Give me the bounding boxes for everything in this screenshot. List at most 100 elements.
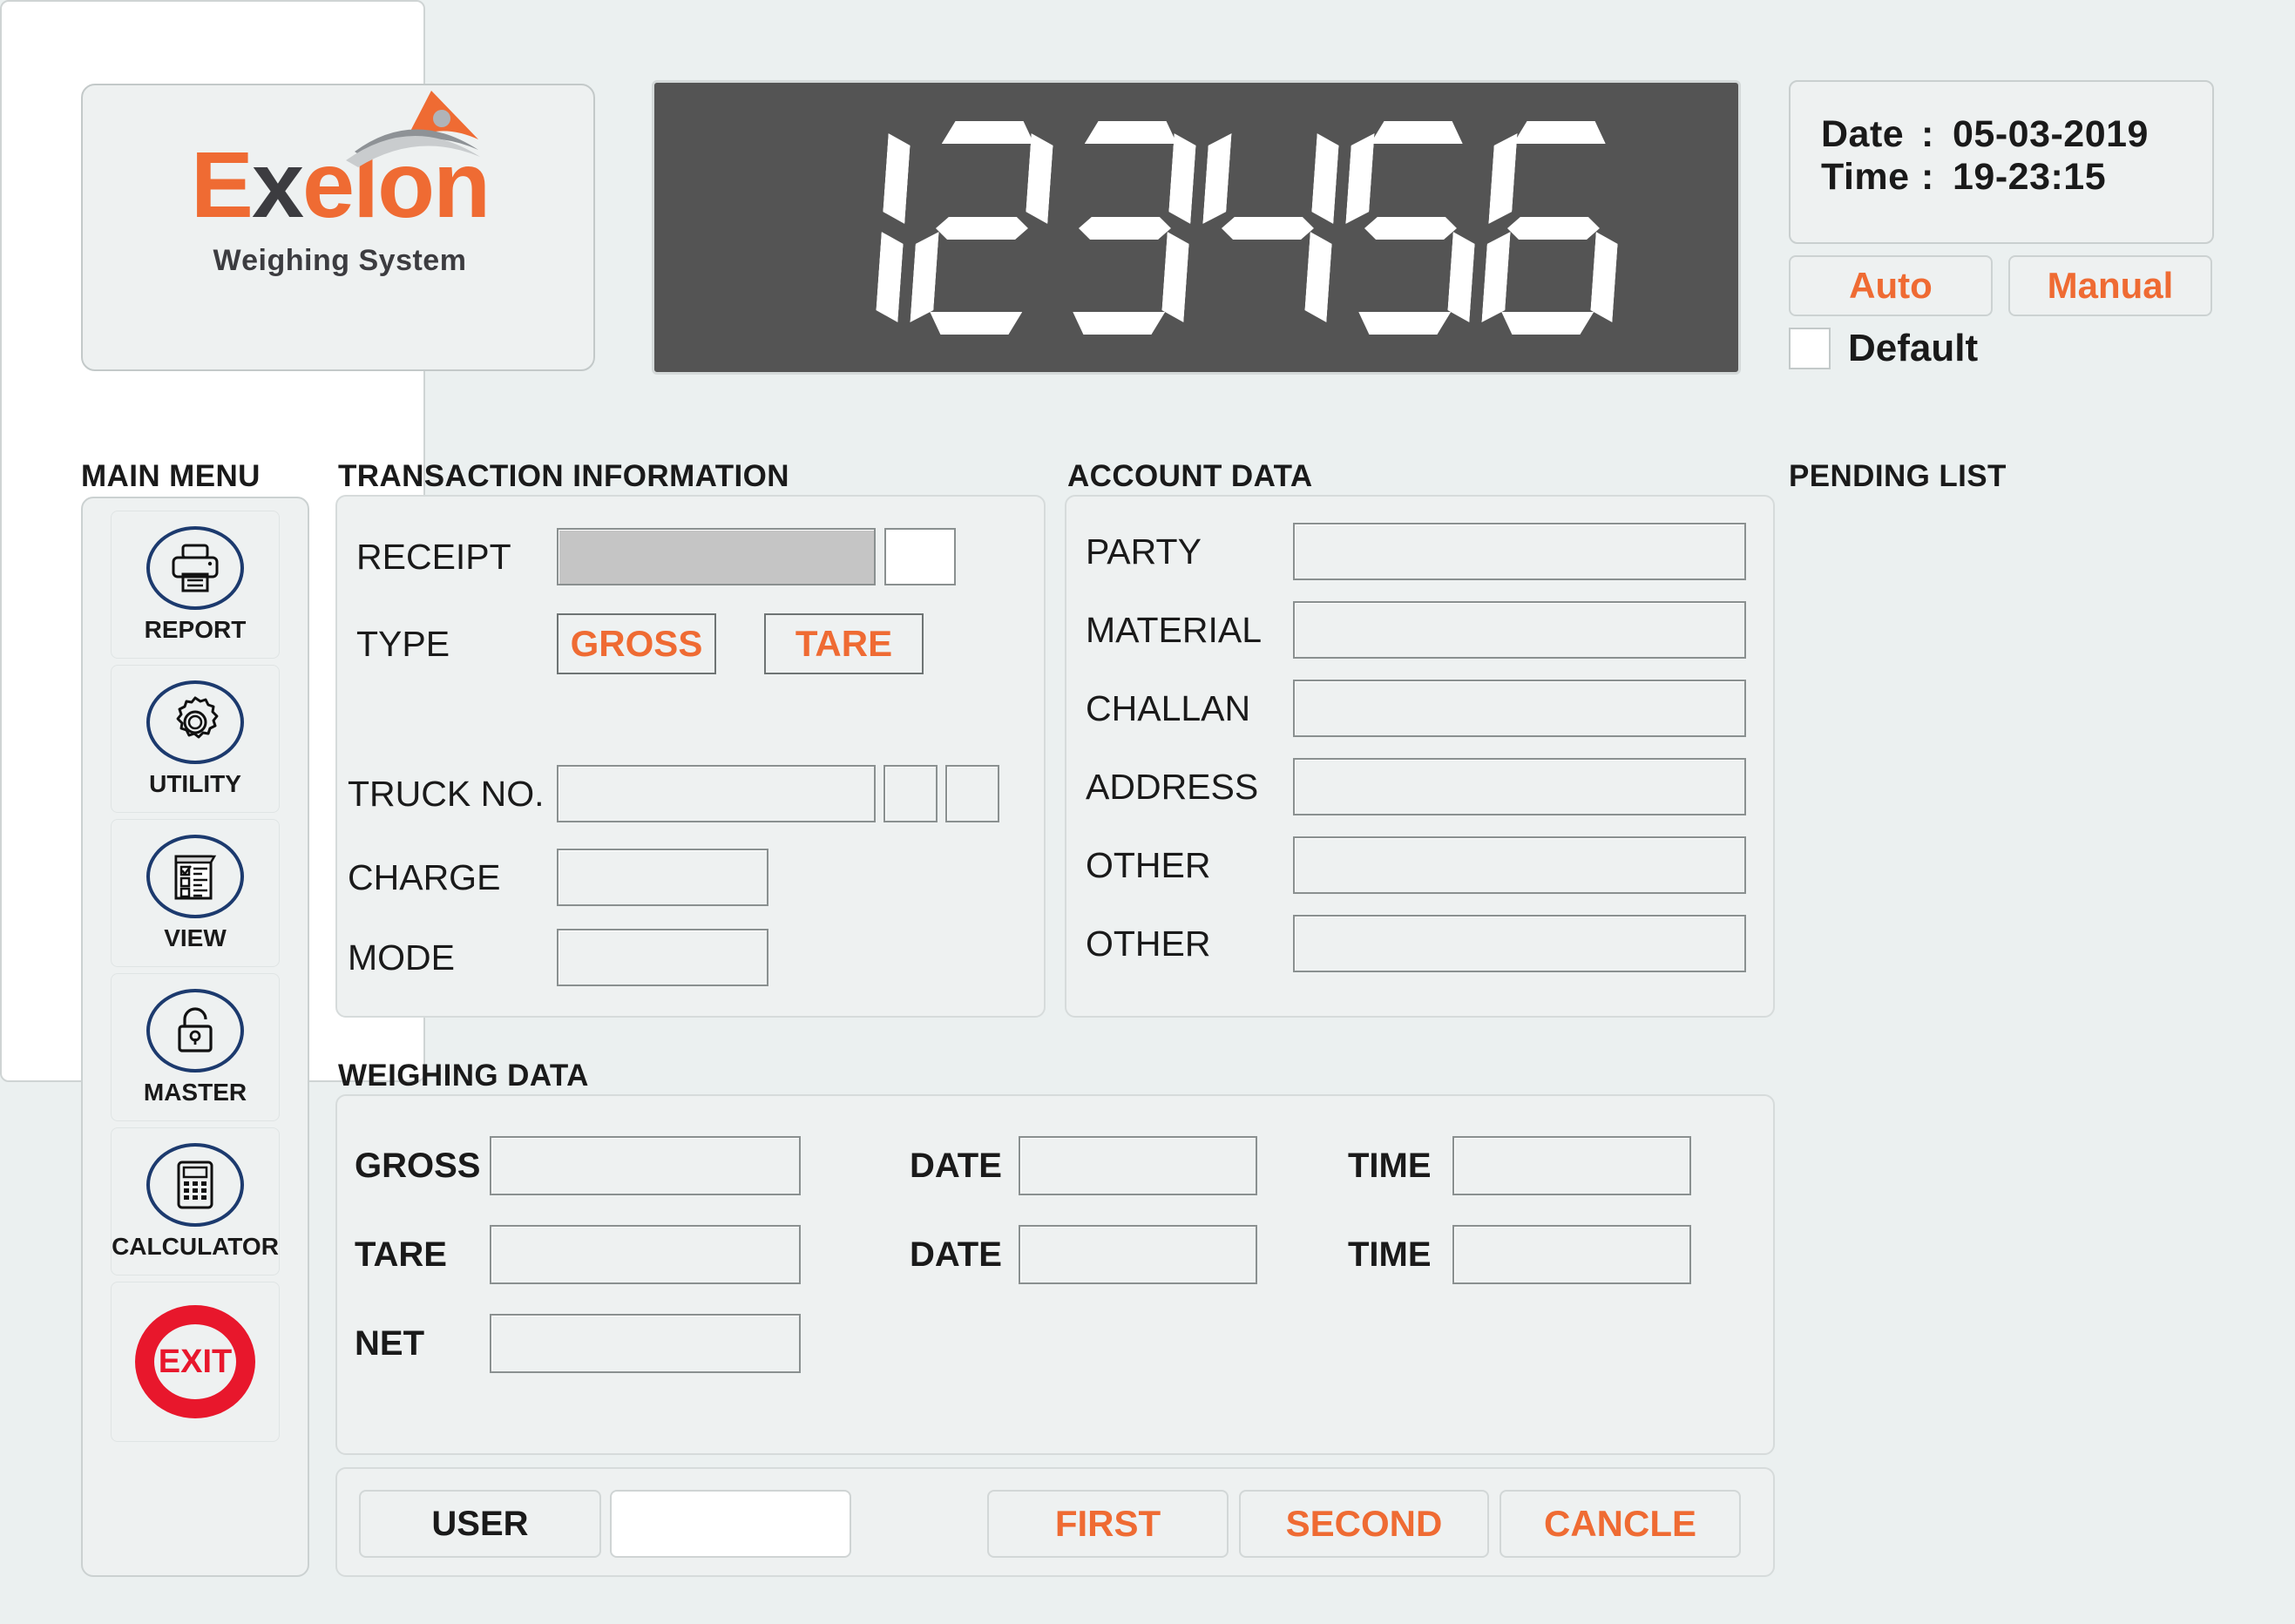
- account-row: MATERIAL: [1086, 601, 1746, 659]
- segment-f: [1202, 133, 1231, 224]
- user-label: USER: [359, 1490, 601, 1558]
- brand-letter-e: E: [190, 132, 254, 237]
- account-field-input[interactable]: [1293, 836, 1746, 894]
- segment-f: [917, 133, 945, 224]
- segment-c: [1303, 232, 1332, 322]
- weighing-tare-row: TARE DATE TIME: [355, 1225, 1691, 1284]
- weighing-gross-time-input[interactable]: [1452, 1136, 1691, 1195]
- sidebar-item-calculator[interactable]: CALCULATOR: [111, 1127, 280, 1276]
- gross-type-button[interactable]: GROSS: [557, 613, 716, 674]
- account-field-label: CHALLAN: [1086, 687, 1251, 728]
- sidebar-item-view[interactable]: VIEW: [111, 819, 280, 967]
- user-input[interactable]: [610, 1490, 851, 1558]
- weighing-tare-input[interactable]: [490, 1225, 801, 1284]
- default-checkbox[interactable]: [1789, 328, 1831, 369]
- account-row: CHALLAN: [1086, 680, 1746, 737]
- checklist-icon: [174, 855, 217, 899]
- brand-letter-x: x: [251, 132, 304, 237]
- segment-a: [1371, 121, 1465, 144]
- weighing-gross-row: GROSS DATE TIME: [355, 1136, 1691, 1195]
- segment-b: [1310, 133, 1339, 224]
- receipt-label: RECEIPT: [356, 536, 511, 577]
- account-field-label: OTHER: [1086, 844, 1211, 885]
- truck-aux1-input[interactable]: [883, 765, 938, 822]
- date-label: Date: [1821, 113, 1905, 155]
- receipt-aux-input[interactable]: [884, 528, 956, 585]
- truck-row: TRUCK NO.: [348, 765, 999, 822]
- tagline-eighing: eighing: [241, 244, 359, 277]
- transaction-title: TRANSACTION INFORMATION: [338, 459, 789, 493]
- segment-f: [1488, 133, 1517, 224]
- second-button[interactable]: SECOND: [1239, 1490, 1489, 1558]
- truck-aux2-input[interactable]: [945, 765, 999, 822]
- sidebar-item-label-calculator: CALCULATOR: [112, 1232, 279, 1260]
- mode-field-label: MODE: [348, 937, 455, 978]
- segment-f: [1345, 133, 1374, 224]
- brand-wordmark: Exelon: [191, 91, 491, 232]
- first-button[interactable]: FIRST: [987, 1490, 1229, 1558]
- segment-a: [1085, 121, 1179, 144]
- segment-b: [1025, 133, 1053, 224]
- receipt-input[interactable]: [557, 528, 876, 585]
- truck-input[interactable]: [557, 765, 876, 822]
- account-field-input[interactable]: [1293, 915, 1746, 972]
- charge-input[interactable]: [557, 849, 768, 906]
- weighing-tare-date-label: DATE: [910, 1235, 1002, 1274]
- type-label: TYPE: [356, 623, 450, 664]
- weighing-tare-time-input[interactable]: [1452, 1225, 1691, 1284]
- sidebar-item-label-report: REPORT: [144, 615, 247, 643]
- weighing-net-label: NET: [355, 1323, 424, 1363]
- sidebar-item-exit[interactable]: EXIT: [111, 1282, 280, 1442]
- account-field-input[interactable]: [1293, 680, 1746, 737]
- charge-row: CHARGE: [348, 849, 768, 906]
- report-ring: [146, 525, 244, 610]
- segment-e: [1481, 232, 1510, 322]
- receipt-row: RECEIPT: [356, 528, 956, 585]
- account-field-input[interactable]: [1293, 758, 1746, 815]
- default-checkbox-row[interactable]: Default: [1789, 327, 1978, 370]
- segment-b: [882, 133, 911, 224]
- sidebar-item-report[interactable]: REPORT: [111, 511, 280, 659]
- sidebar-item-master[interactable]: MASTER: [111, 973, 280, 1121]
- account-field-input[interactable]: [1293, 601, 1746, 659]
- segment-d: [1214, 312, 1308, 335]
- mode-input[interactable]: [557, 929, 768, 986]
- display-digit-4: [1337, 121, 1483, 335]
- segment-b: [1168, 133, 1196, 224]
- action-bar-row: USER FIRST SECOND CANCLE: [359, 1490, 1741, 1558]
- auto-mode-button[interactable]: Auto: [1789, 255, 1993, 316]
- weighing-title: WEIGHING DATA: [338, 1059, 589, 1093]
- brand-tagline: Weighing System: [83, 244, 597, 278]
- tare-type-button[interactable]: TARE: [764, 613, 924, 674]
- weighing-tare-time-label: TIME: [1348, 1235, 1432, 1274]
- sidebar-item-utility[interactable]: UTILITY: [111, 665, 280, 813]
- weighing-tare-label: TARE: [355, 1235, 447, 1274]
- segment-f: [1059, 133, 1088, 224]
- tagline-w: W: [213, 244, 242, 277]
- segment-a: [799, 121, 893, 144]
- transaction-information-panel: RECEIPT TYPE GROSS TARE TRUCK NO. CHARGE…: [335, 495, 1046, 1018]
- mode-row-field: MODE: [348, 929, 768, 986]
- cancel-button[interactable]: CANCLE: [1500, 1490, 1741, 1558]
- sidebar-item-label-view: VIEW: [164, 924, 227, 951]
- weighing-net-input[interactable]: [490, 1314, 801, 1373]
- utility-ring: [146, 680, 244, 764]
- weighing-tare-date-input[interactable]: [1019, 1225, 1257, 1284]
- segment-g: [1506, 217, 1601, 240]
- brand-logo-panel: Exelon Weighing System: [81, 84, 595, 371]
- calculator-ring: [146, 1142, 244, 1227]
- weighing-data-panel: GROSS DATE TIME TARE DATE TIME NET: [335, 1094, 1775, 1455]
- segment-d: [1500, 312, 1594, 335]
- mode-button-group: Auto Manual: [1789, 255, 2212, 316]
- account-field-input[interactable]: [1293, 523, 1746, 580]
- weighing-gross-date-input[interactable]: [1019, 1136, 1257, 1195]
- manual-mode-button[interactable]: Manual: [2008, 255, 2212, 316]
- sidebar-item-label-utility: UTILITY: [149, 769, 241, 797]
- segment-f: [774, 133, 802, 224]
- weight-display-digits: [766, 121, 1626, 335]
- datetime-panel: Date : 05-03-2019 Time : 19-23:15: [1789, 80, 2214, 244]
- time-row: Time : 19-23:15: [1791, 156, 2212, 199]
- segment-a: [1513, 121, 1608, 144]
- printer-icon: [172, 544, 219, 592]
- weighing-gross-input[interactable]: [490, 1136, 801, 1195]
